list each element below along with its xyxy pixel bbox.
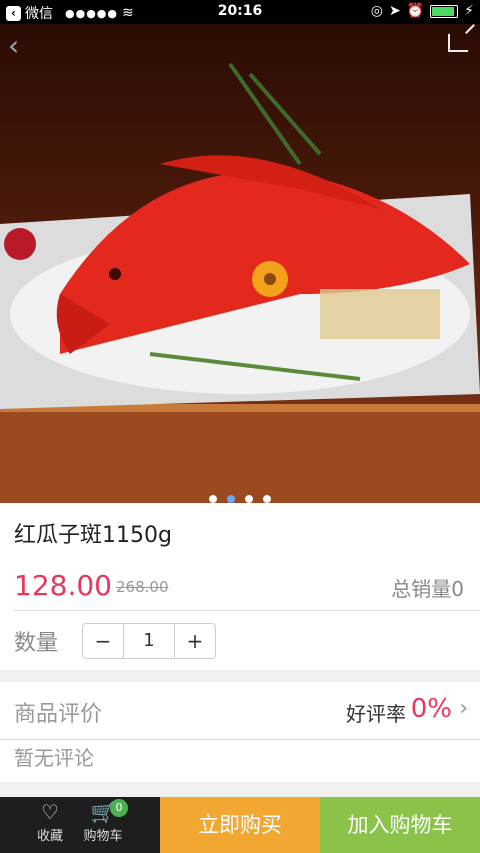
carousel-dot[interactable] [263,495,271,503]
favorite-button[interactable]: ♡ 收藏 [24,797,76,853]
battery-icon [430,4,459,18]
heart-icon: ♡ [41,800,59,824]
lock-rotation-icon: ◎ [370,3,383,19]
product-photo [0,62,480,503]
product-image-carousel[interactable]: ‹ [0,24,480,503]
chevron-right-icon[interactable]: › [459,696,468,721]
product-price: 128.00 [14,569,112,602]
carousel-dot[interactable] [245,495,253,503]
divider [0,739,480,740]
reviews-section[interactable]: 商品评价 好评率 0% › 暂无评论 [0,682,480,782]
increase-button[interactable]: + [175,624,215,658]
status-right: ◎ ➤ ⏰ ⚡ [371,3,474,19]
back-arrow-icon[interactable]: ‹ [8,32,19,60]
share-icon[interactable] [448,34,468,52]
cart-button[interactable]: 🛒 0 购物车 [76,797,130,853]
cart-badge: 0 [110,799,128,817]
add-to-cart-button[interactable]: 加入购物车 [320,797,480,853]
carousel-dot[interactable] [209,495,217,503]
decrease-button[interactable]: − [83,624,123,658]
bottom-action-bar: ♡ 收藏 🛒 0 购物车 立即购买 加入购物车 [0,797,480,853]
no-reviews-text: 暂无评论 [14,746,94,770]
divider [14,610,480,611]
favorite-label: 收藏 [36,829,63,844]
cart-label: 购物车 [83,829,123,844]
positive-rate-label: 好评率 [346,702,406,726]
quantity-stepper: − 1 + [82,623,216,659]
product-info: 红瓜子斑1150g 128.00 268.00 总销量0 数量 − 1 + [0,503,480,670]
quantity-input[interactable]: 1 [123,624,175,658]
quantity-label: 数量 [14,631,59,656]
buy-now-button[interactable]: 立即购买 [160,797,320,853]
positive-rate-value: 0% [410,694,452,724]
charging-icon: ⚡ [464,3,474,19]
carousel-dot-active[interactable] [227,495,235,503]
location-icon: ➤ [388,3,401,19]
alarm-icon: ⏰ [406,3,425,19]
total-sales: 总销量0 [391,577,464,601]
reviews-label: 商品评价 [14,702,103,727]
bottom-icons: ♡ 收藏 🛒 0 购物车 [0,797,160,853]
carousel-dots [0,488,480,503]
original-price: 268.00 [116,578,169,596]
status-bar: ‹ 微信 ●●●●● ≋ 20:16 ◎ ➤ ⏰ ⚡ [0,0,480,24]
product-title: 红瓜子斑1150g [14,523,172,548]
